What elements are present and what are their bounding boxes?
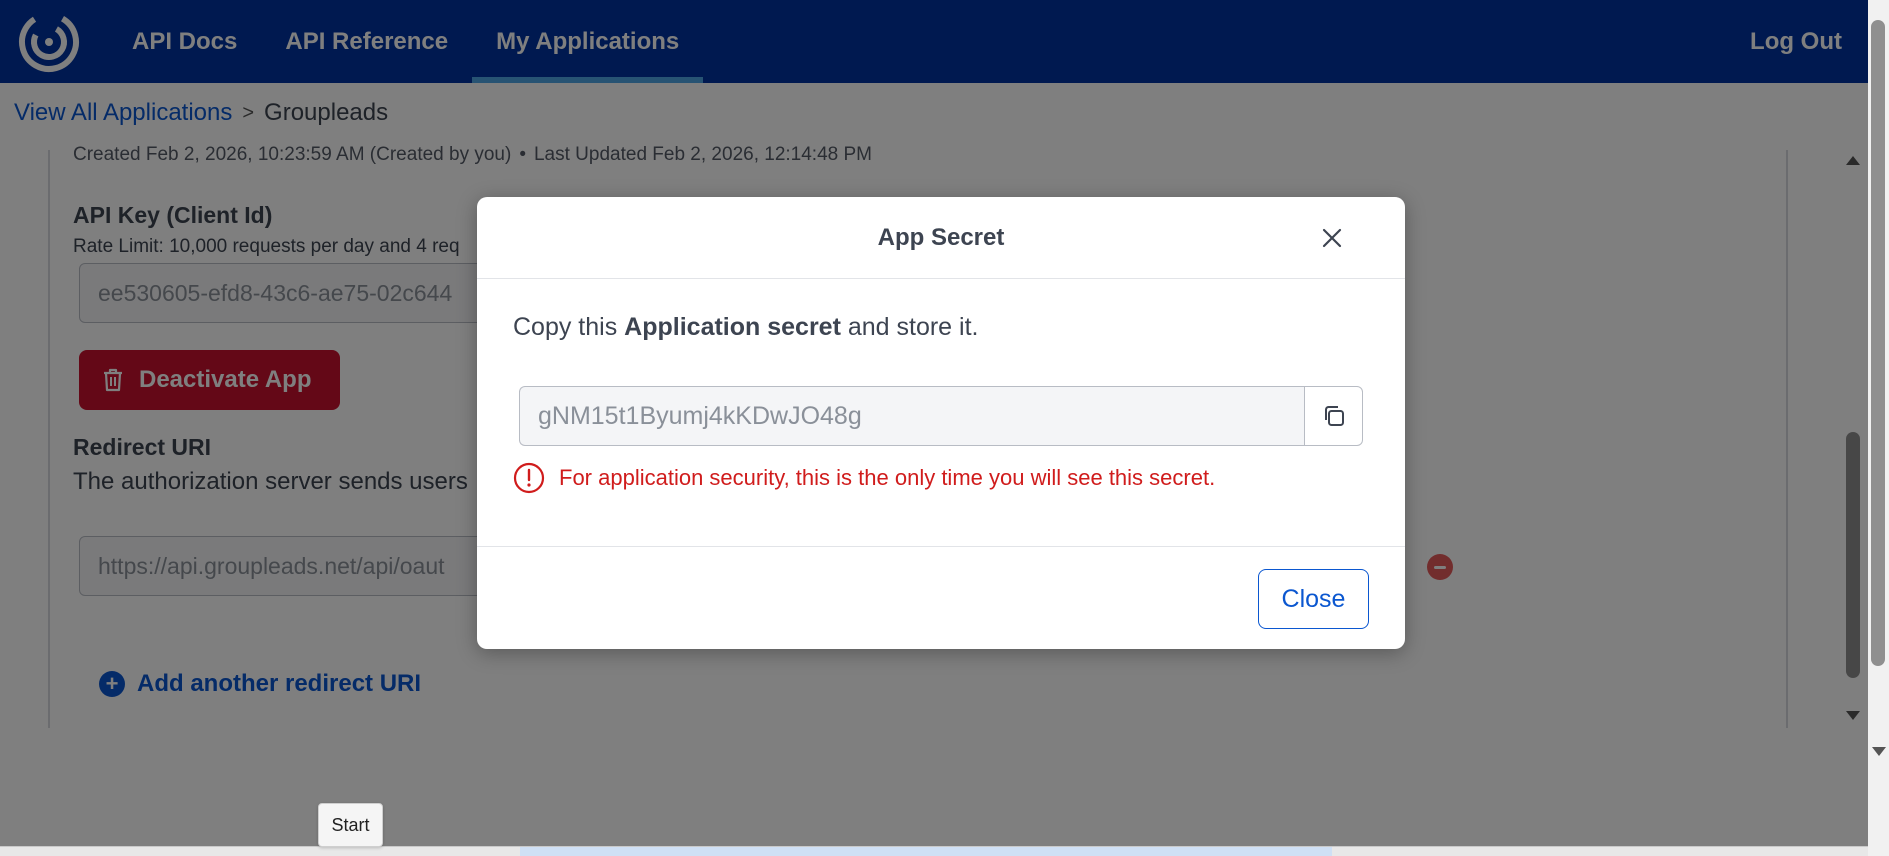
secret-instruction: Copy this Application secret and store i… — [513, 313, 978, 342]
secret-field-group: gNM15t1Byumj4kKDwJO48g — [519, 386, 1363, 446]
page-scroll-down-arrow-icon[interactable] — [1872, 747, 1886, 756]
modal-header: App Secret — [477, 197, 1405, 279]
alert-circle-icon — [513, 462, 545, 494]
secret-warning-text: For application security, this is the on… — [559, 465, 1216, 490]
close-button[interactable]: Close — [1258, 569, 1369, 629]
instruction-suffix: and store it. — [840, 313, 979, 341]
copy-secret-button[interactable] — [1304, 386, 1363, 446]
instruction-bold: Application secret — [624, 313, 841, 341]
secret-warning: For application security, this is the on… — [513, 462, 1215, 494]
instruction-prefix: Copy this — [513, 313, 625, 341]
page-scrollbar-thumb[interactable] — [1871, 20, 1885, 666]
close-icon[interactable] — [1317, 223, 1347, 253]
start-tooltip: Start — [318, 803, 383, 847]
modal-footer: Close — [477, 547, 1405, 649]
app-secret-modal: App Secret Copy this Application secret … — [477, 197, 1405, 649]
taskbar-active-window[interactable] — [520, 847, 1332, 856]
modal-title: App Secret — [877, 223, 1005, 251]
app-secret-field[interactable]: gNM15t1Byumj4kKDwJO48g — [519, 386, 1304, 446]
modal-body: Copy this Application secret and store i… — [477, 279, 1405, 547]
copy-icon — [1324, 406, 1344, 426]
taskbar-strip — [0, 846, 1868, 856]
